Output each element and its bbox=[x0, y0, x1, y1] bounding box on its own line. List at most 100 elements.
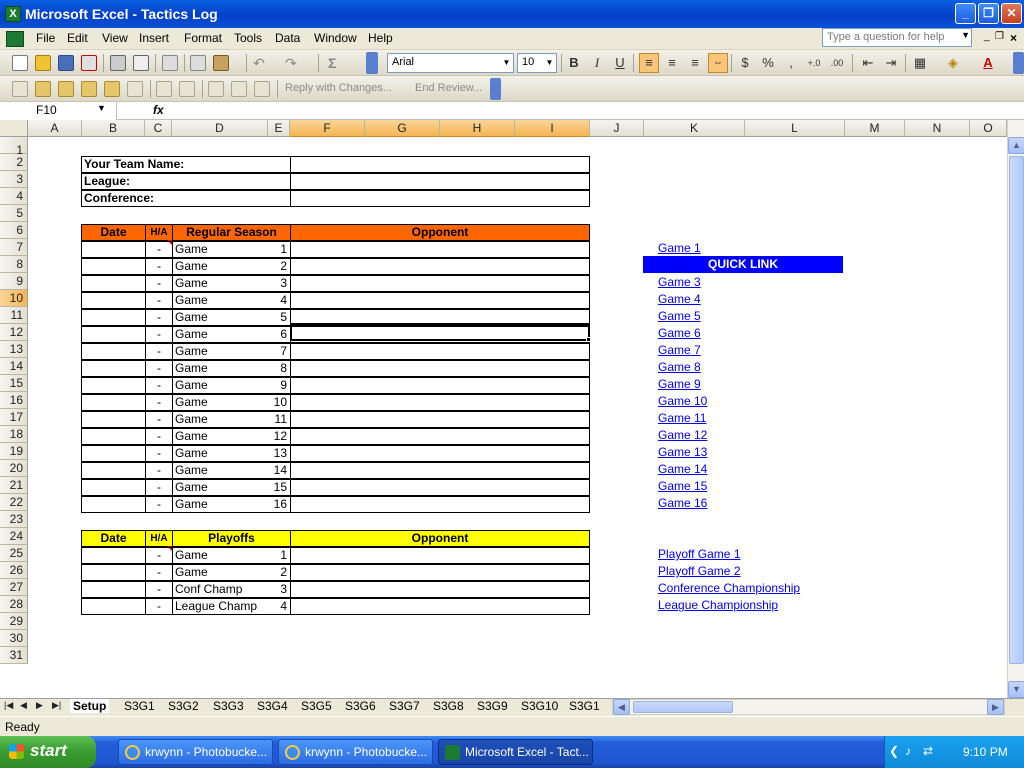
column-header-a[interactable]: A bbox=[28, 120, 82, 137]
row-header-10[interactable]: 10 bbox=[0, 290, 28, 307]
fill-handle[interactable] bbox=[586, 337, 591, 342]
home-away-cell[interactable]: - bbox=[145, 598, 173, 615]
date-cell[interactable] bbox=[81, 292, 146, 309]
column-header-n[interactable]: N bbox=[905, 120, 970, 137]
spelling-icon[interactable] bbox=[162, 55, 178, 71]
row-header-17[interactable]: 17 bbox=[0, 409, 28, 426]
quick-link-game[interactable]: Game 6 bbox=[658, 326, 701, 340]
taskbar-ie-window-2[interactable]: krwynn - Photobucke... bbox=[278, 739, 433, 765]
next-sheet-icon[interactable]: ▶ bbox=[36, 700, 43, 711]
menu-format[interactable]: Format bbox=[182, 31, 224, 45]
home-away-cell[interactable]: - bbox=[145, 241, 173, 258]
quick-link-playoff[interactable]: League Championship bbox=[658, 598, 778, 612]
home-away-cell[interactable]: - bbox=[145, 377, 173, 394]
row-header-2[interactable]: 2 bbox=[0, 154, 28, 171]
opponent-cell[interactable] bbox=[290, 547, 590, 564]
sheet-tab[interactable]: S3G7 bbox=[389, 699, 420, 713]
decrease-indent-icon[interactable]: ⇤ bbox=[858, 53, 878, 73]
opponent-cell[interactable] bbox=[290, 360, 590, 377]
accept-change-icon[interactable] bbox=[179, 81, 195, 97]
row-header-11[interactable]: 11 bbox=[0, 307, 28, 324]
row-header-24[interactable]: 24 bbox=[0, 528, 28, 545]
track-changes-icon[interactable] bbox=[156, 81, 172, 97]
opponent-cell[interactable] bbox=[290, 462, 590, 479]
opponent-cell[interactable] bbox=[290, 428, 590, 445]
quick-link-game[interactable]: Game 10 bbox=[658, 394, 707, 408]
tray-expand-icon[interactable]: ❮ bbox=[889, 744, 899, 758]
row-header-26[interactable]: 26 bbox=[0, 562, 28, 579]
date-cell[interactable] bbox=[81, 241, 146, 258]
date-cell[interactable] bbox=[81, 326, 146, 343]
opponent-cell[interactable] bbox=[290, 411, 590, 428]
quick-link-game[interactable]: Game 8 bbox=[658, 360, 701, 374]
quick-link-game[interactable]: Game 12 bbox=[658, 428, 707, 442]
menu-tools[interactable]: Tools bbox=[232, 31, 264, 45]
row-header-14[interactable]: 14 bbox=[0, 358, 28, 375]
underline-button[interactable]: U bbox=[610, 53, 630, 73]
toolbar-options-chevron[interactable] bbox=[366, 52, 378, 74]
home-away-cell[interactable]: - bbox=[145, 411, 173, 428]
scroll-up-button[interactable]: ▲ bbox=[1008, 137, 1024, 154]
sheet-tab[interactable]: S3G10 bbox=[521, 699, 558, 713]
home-away-cell[interactable]: - bbox=[145, 479, 173, 496]
opponent-cell[interactable] bbox=[290, 394, 590, 411]
sheet-tab[interactable]: S3G5 bbox=[301, 699, 332, 713]
font-size-dropdown-icon[interactable]: ▼ bbox=[544, 55, 555, 71]
show-comment-icon[interactable] bbox=[104, 81, 120, 97]
sheet-tab[interactable]: S3G8 bbox=[433, 699, 464, 713]
quick-link-game[interactable]: Game 16 bbox=[658, 496, 707, 510]
clock[interactable]: 9:10 PM bbox=[963, 745, 1008, 759]
name-box-dropdown-icon[interactable]: ▼ bbox=[97, 103, 106, 113]
prev-sheet-icon[interactable]: ◀ bbox=[20, 700, 27, 711]
home-away-cell[interactable]: - bbox=[145, 309, 173, 326]
quick-link-game[interactable]: Game 13 bbox=[658, 445, 707, 459]
team-info-value-cell[interactable] bbox=[290, 190, 590, 207]
quick-link-game[interactable]: Game 2 bbox=[658, 258, 701, 272]
font-dropdown-icon[interactable]: ▼ bbox=[501, 55, 512, 71]
menu-file[interactable]: File bbox=[34, 31, 57, 45]
scroll-right-button[interactable]: ▶ bbox=[987, 699, 1004, 715]
date-cell[interactable] bbox=[81, 411, 146, 428]
quick-link-game[interactable]: Game 1 bbox=[658, 241, 701, 255]
quick-link-game[interactable]: Game 4 bbox=[658, 292, 701, 306]
autosum-icon[interactable]: Σ bbox=[328, 55, 344, 71]
row-header-31[interactable]: 31 bbox=[0, 647, 28, 664]
save-icon[interactable] bbox=[58, 55, 74, 71]
borders-icon[interactable]: ▦ bbox=[910, 53, 930, 73]
row-header-13[interactable]: 13 bbox=[0, 341, 28, 358]
font-name-combo[interactable]: Arial ▼ bbox=[387, 53, 514, 73]
row-header-3[interactable]: 3 bbox=[0, 171, 28, 188]
date-cell[interactable] bbox=[81, 547, 146, 564]
workbook-icon[interactable] bbox=[6, 31, 24, 47]
horizontal-scroll-thumb[interactable] bbox=[633, 701, 733, 713]
next-comment-icon[interactable] bbox=[81, 81, 97, 97]
horizontal-scrollbar[interactable]: ◀ ▶ bbox=[612, 699, 1005, 715]
reviewing-pane-icon[interactable] bbox=[254, 81, 270, 97]
column-header-g[interactable]: G bbox=[365, 120, 440, 137]
new-comment-icon[interactable] bbox=[12, 81, 28, 97]
undo-icon[interactable]: ↶ bbox=[253, 55, 269, 71]
column-header-m[interactable]: M bbox=[845, 120, 905, 137]
row-header-6[interactable]: 6 bbox=[0, 222, 28, 239]
vertical-scrollbar[interactable]: ▲ ▼ bbox=[1007, 120, 1024, 698]
previous-comment-icon[interactable] bbox=[58, 81, 74, 97]
row-header-18[interactable]: 18 bbox=[0, 426, 28, 443]
opponent-cell[interactable] bbox=[290, 598, 590, 615]
currency-button[interactable]: $ bbox=[735, 53, 755, 73]
quick-link-game[interactable]: Game 7 bbox=[658, 343, 701, 357]
first-sheet-icon[interactable]: |◀ bbox=[4, 700, 13, 711]
column-header-e[interactable]: E bbox=[268, 120, 290, 137]
permission-icon[interactable] bbox=[81, 55, 97, 71]
date-cell[interactable] bbox=[81, 462, 146, 479]
align-right-button[interactable]: ≡ bbox=[685, 53, 705, 73]
merge-center-button[interactable]: ⇔ bbox=[708, 53, 728, 73]
row-header-29[interactable]: 29 bbox=[0, 613, 28, 630]
team-info-value-cell[interactable] bbox=[290, 156, 590, 173]
sheet-tab[interactable]: S3G9 bbox=[477, 699, 508, 713]
reply-with-changes-button[interactable]: Reply with Changes... bbox=[285, 82, 392, 94]
row-header-7[interactable]: 7 bbox=[0, 239, 28, 256]
home-away-cell[interactable]: - bbox=[145, 428, 173, 445]
row-header-8[interactable]: 8 bbox=[0, 256, 28, 273]
menu-insert[interactable]: Insert bbox=[137, 31, 171, 45]
reject-change-icon[interactable] bbox=[208, 81, 224, 97]
